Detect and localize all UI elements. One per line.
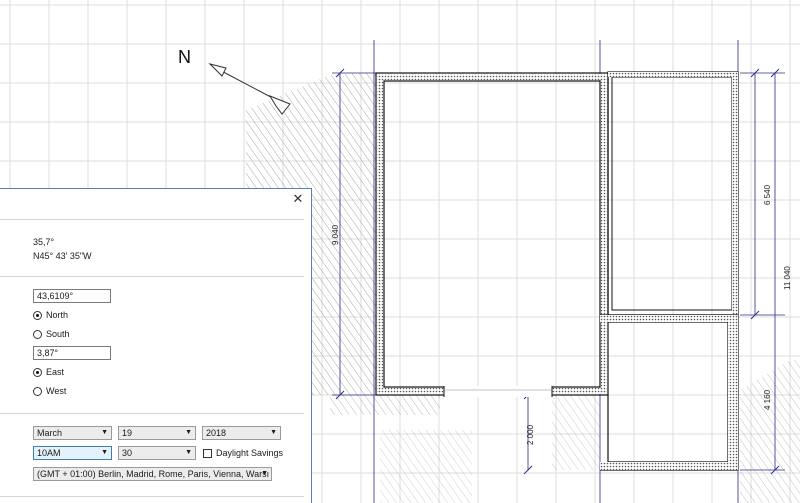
close-icon[interactable]: ✕ xyxy=(291,192,305,206)
separator xyxy=(0,276,304,277)
dim-left-height: 9 040 xyxy=(331,224,340,245)
chevron-down-icon: ▼ xyxy=(185,429,192,436)
west-radio-dot xyxy=(33,387,42,396)
separator xyxy=(0,496,304,497)
south-radio-dot xyxy=(33,330,42,339)
sun-direction-value: N45° 43' 35"W xyxy=(33,251,92,261)
timezone-value: (GMT + 01:00) Berlin, Madrid, Rome, Pari… xyxy=(37,469,270,479)
dim-bottom-vertical: 2 000 xyxy=(526,424,535,445)
daylight-savings-checkbox[interactable]: Daylight Savings xyxy=(203,447,283,459)
dim-right-total: 11 040 xyxy=(783,266,792,290)
north-radio-label: North xyxy=(46,310,69,320)
hour-value: 10AM xyxy=(37,448,61,458)
separator xyxy=(0,219,304,220)
separator xyxy=(0,413,304,414)
chevron-down-icon: ▼ xyxy=(185,449,192,456)
timezone-select[interactable]: (GMT + 01:00) Berlin, Madrid, Rome, Pari… xyxy=(33,467,272,481)
east-radio-dot xyxy=(33,368,42,377)
south-radio[interactable]: South xyxy=(33,328,70,340)
north-radio-dot xyxy=(33,311,42,320)
east-radio[interactable]: East xyxy=(33,366,64,378)
hour-select[interactable]: 10AM ▼ xyxy=(33,446,112,460)
west-radio[interactable]: West xyxy=(33,385,66,397)
north-radio[interactable]: North xyxy=(33,309,68,321)
daylight-savings-label: Daylight Savings xyxy=(216,448,284,458)
minute-select[interactable]: 30 ▼ xyxy=(118,446,196,460)
month-value: March xyxy=(37,428,63,438)
west-radio-label: West xyxy=(46,386,67,396)
chevron-down-icon: ▼ xyxy=(101,449,108,456)
south-radio-label: South xyxy=(46,329,70,339)
dim-right-upper: 6 540 xyxy=(763,184,772,205)
east-radio-label: East xyxy=(46,367,65,377)
checkbox-box xyxy=(203,449,212,458)
chevron-down-icon: ▼ xyxy=(101,429,108,436)
month-select[interactable]: March ▼ xyxy=(33,426,112,440)
sun-angle-value: 35,7° xyxy=(33,237,55,247)
day-select[interactable]: 19 ▼ xyxy=(118,426,196,440)
sun-position-dialog: ✕ 35,7° N45° 43' 35"W 43,6109° North Sou… xyxy=(0,188,312,503)
chevron-down-icon: ▼ xyxy=(270,429,277,436)
latitude-input[interactable]: 43,6109° xyxy=(33,289,111,303)
day-value: 19 xyxy=(122,428,133,438)
dialog-titlebar: ✕ xyxy=(0,189,311,211)
minute-value: 30 xyxy=(122,448,133,458)
year-select[interactable]: 2018 ▼ xyxy=(202,426,281,440)
dim-right-lower: 4 160 xyxy=(763,389,772,410)
year-value: 2018 xyxy=(206,428,227,438)
chevron-down-icon: ▼ xyxy=(261,470,268,477)
north-label: N xyxy=(178,47,191,67)
longitude-input[interactable]: 3,87° xyxy=(33,346,111,360)
